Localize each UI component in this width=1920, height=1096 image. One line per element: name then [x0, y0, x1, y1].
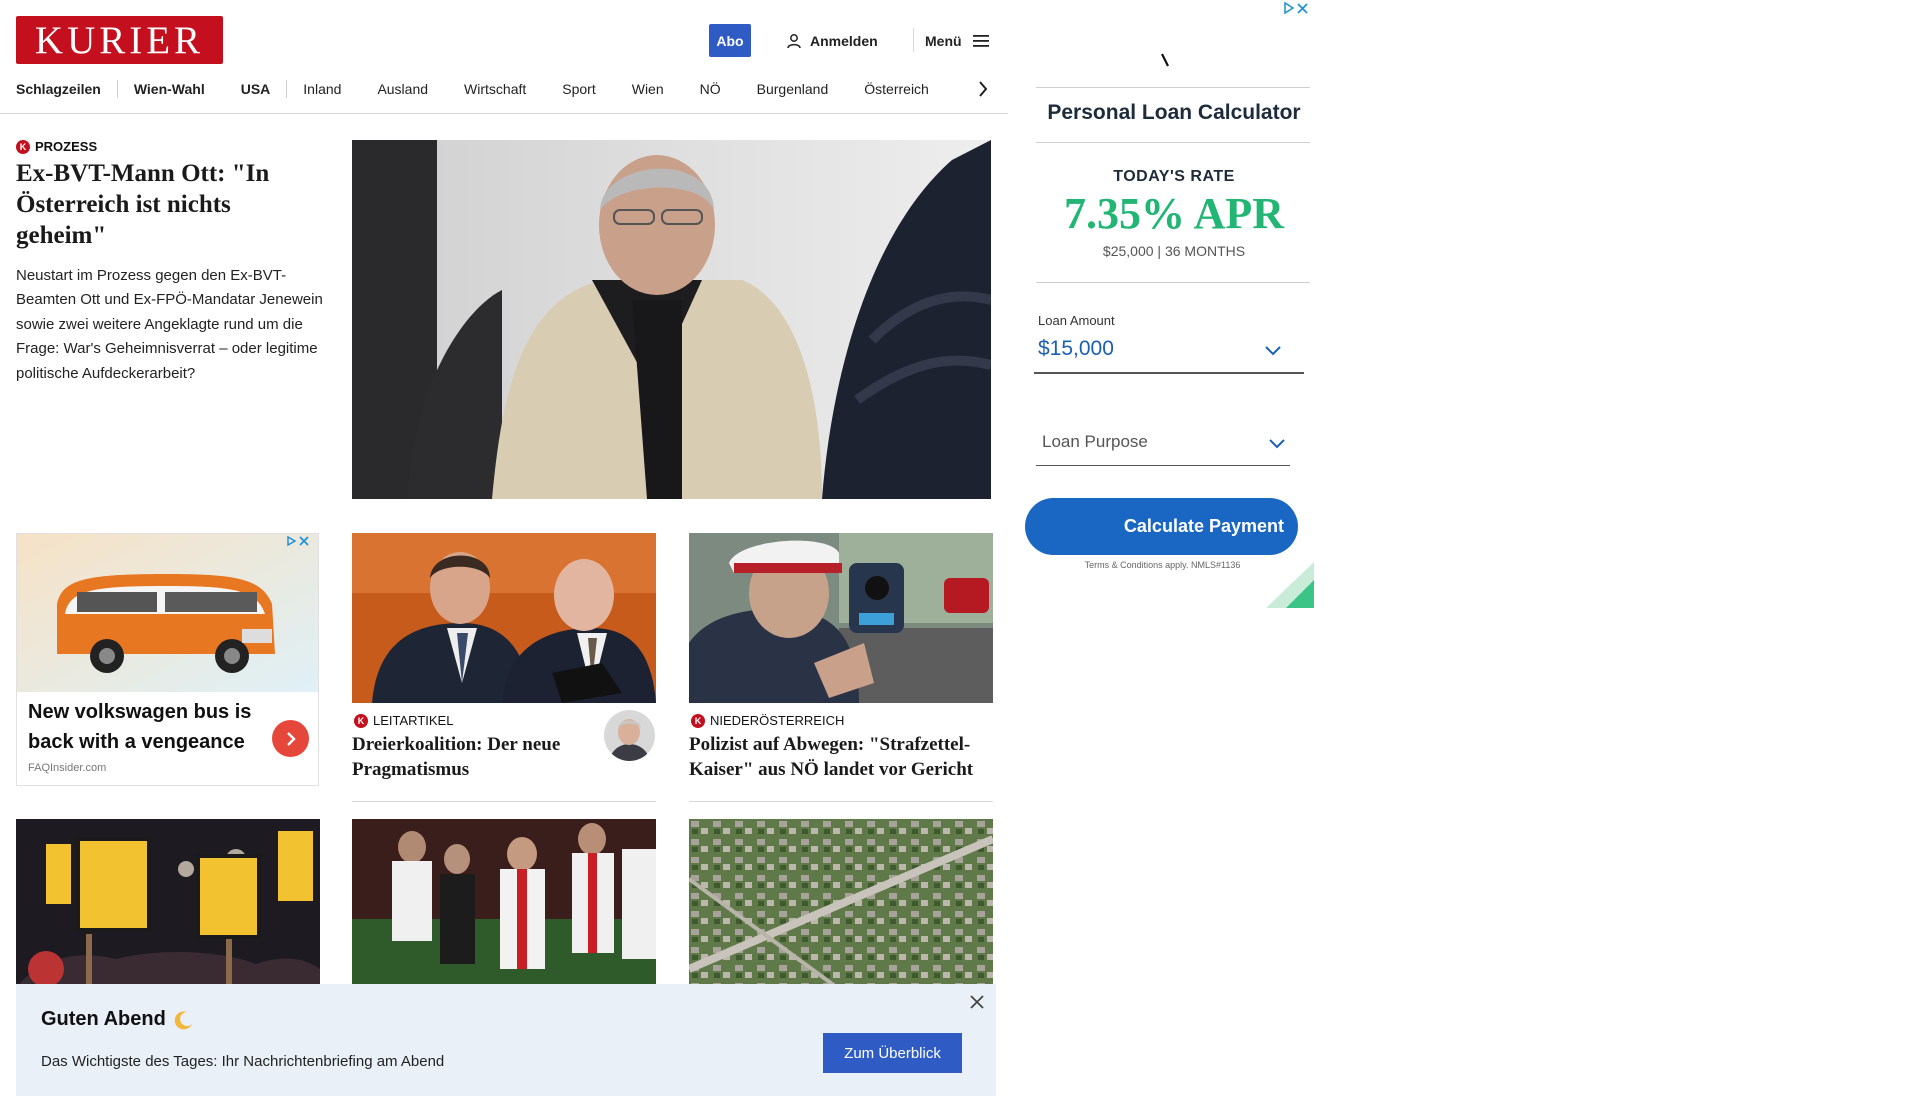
aerial-photo	[689, 819, 993, 989]
ad-image	[17, 534, 318, 692]
ad-divider	[1036, 282, 1310, 283]
card-divider	[689, 801, 993, 802]
nav-item-oesterreich[interactable]: Österreich	[864, 81, 929, 97]
chevron-down-icon	[1269, 439, 1285, 449]
author-photo	[604, 710, 655, 761]
kurier-logo[interactable]: KURIER	[16, 16, 223, 64]
police-photo	[689, 533, 993, 703]
lead-kicker: K PROZESS	[16, 139, 97, 154]
nav-item-burgenland[interactable]: Burgenland	[757, 81, 829, 97]
ad-open-button[interactable]	[272, 720, 309, 757]
nav-item-schlagzeilen[interactable]: Schlagzeilen	[16, 81, 101, 97]
banner-close-button[interactable]	[967, 992, 987, 1012]
ad-source: FAQInsider.com	[28, 762, 107, 774]
evening-briefing-banner: Guten Abend Das Wichtigste des Tages: Ih…	[16, 984, 996, 1096]
nav-divider	[286, 80, 288, 98]
nav-scroll-right-button[interactable]	[978, 78, 992, 100]
adchoices-badge[interactable]	[287, 536, 309, 546]
card-headline-niederoesterreich[interactable]: Polizist auf Abwegen: "Strafzettel-Kaise…	[689, 732, 993, 782]
loan-amount-underline	[1034, 372, 1304, 374]
adchoices-badge[interactable]	[1284, 2, 1308, 14]
loan-purpose-underline	[1036, 465, 1290, 466]
calculate-payment-button[interactable]: Calculate Payment	[1025, 498, 1298, 555]
nav-item-wien-wahl[interactable]: Wien-Wahl	[134, 81, 205, 97]
login-link[interactable]: Anmelden	[786, 30, 878, 52]
card-image-demo[interactable]	[16, 819, 320, 989]
lead-kicker-label: PROZESS	[35, 139, 98, 154]
card-kicker-leitartikel: K LEITARTIKEL	[354, 713, 453, 728]
ad-divider	[1036, 142, 1310, 143]
nav-item-wirtschaft[interactable]: Wirtschaft	[464, 81, 526, 97]
nav-item-wien[interactable]: Wien	[632, 81, 664, 97]
zum-ueberblick-button[interactable]: Zum Überblick	[823, 1033, 962, 1073]
chevron-right-icon	[286, 731, 296, 746]
lead-headline[interactable]: Ex-BVT-Mann Ott: "In Österreich ist nich…	[16, 158, 316, 251]
loan-amount-value: $15,000	[1038, 337, 1114, 360]
card-image-leitartikel[interactable]	[352, 533, 656, 703]
banner-title: Guten Abend	[41, 1008, 194, 1031]
politicians-photo	[352, 533, 656, 703]
nav-item-sport[interactable]: Sport	[562, 81, 595, 97]
nav-item-inland[interactable]: Inland	[303, 81, 341, 97]
ad-headline: New volkswagen bus is back with a vengea…	[28, 701, 252, 753]
football-photo	[352, 819, 656, 989]
card-divider	[352, 801, 656, 802]
author-avatar	[604, 710, 655, 761]
close-icon	[1297, 2, 1308, 14]
ad-corner-decoration	[1266, 562, 1314, 608]
close-icon	[970, 995, 984, 1009]
lead-photo	[352, 140, 991, 499]
loading-spinner-icon	[1161, 53, 1169, 67]
nav-item-usa[interactable]: USA	[241, 81, 271, 97]
card-kicker-niederoesterreich: K NIEDERÖSTERREICH	[691, 713, 844, 728]
card-kicker-label: NIEDERÖSTERREICH	[710, 713, 845, 728]
rate-terms: $25,000 | 36 MONTHS	[1102, 243, 1246, 259]
loan-fine-print: Terms & Conditions apply. NMLS#1136	[1084, 560, 1241, 570]
lead-teaser: Neustart im Prozess gegen den Ex-BVT-Bea…	[16, 267, 323, 382]
kurier-k-icon: K	[354, 713, 368, 728]
card-image-niederoesterreich[interactable]	[689, 533, 993, 703]
card-kicker-label: LEITARTIKEL	[373, 713, 454, 728]
adchoices-icon	[287, 536, 296, 546]
section-nav: Schlagzeilen Wien-Wahl USA Inland Auslan…	[16, 78, 1001, 100]
login-label: Anmelden	[810, 33, 878, 49]
nav-divider	[116, 80, 118, 98]
card-image-football[interactable]	[352, 819, 656, 989]
abo-button[interactable]: Abo	[709, 24, 751, 57]
nav-item-noe[interactable]: NÖ	[700, 81, 721, 97]
kurier-k-icon: K	[691, 713, 705, 728]
loan-title: Personal Loan Calculator	[1047, 101, 1301, 124]
loan-purpose-placeholder: Loan Purpose	[1042, 432, 1148, 451]
menu-label: Menü	[925, 33, 962, 49]
chevron-right-icon	[979, 81, 988, 97]
menu-button[interactable]: Menü	[925, 30, 990, 52]
adchoices-icon	[1284, 2, 1294, 14]
moon-icon	[174, 1010, 192, 1029]
kurier-k-icon: K	[16, 139, 30, 154]
user-icon	[787, 34, 801, 49]
logo-text: KURIER	[34, 18, 205, 62]
hamburger-icon	[972, 35, 989, 47]
nav-item-ausland[interactable]: Ausland	[377, 81, 428, 97]
banner-text: Das Wichtigste des Tages: Ihr Nachrichte…	[41, 1053, 445, 1070]
ad-divider	[1036, 87, 1310, 88]
card-headline-leitartikel[interactable]: Dreierkoalition: Der neue Pragmatismus	[352, 732, 592, 782]
banner-title-text: Guten Abend	[41, 1008, 166, 1030]
close-icon	[299, 536, 309, 546]
lead-image[interactable]	[352, 140, 991, 499]
loan-amount-label: Loan Amount	[1038, 313, 1115, 328]
protest-photo	[16, 819, 320, 989]
chevron-down-icon	[1265, 346, 1281, 356]
rate-label: TODAY'S RATE	[1113, 168, 1235, 185]
nav-divider-line	[0, 113, 1008, 114]
rate-value: 7.35% APR	[1064, 189, 1284, 238]
card-image-aerial[interactable]	[689, 819, 993, 989]
header-divider	[913, 28, 914, 52]
sponsored-card[interactable]: New volkswagen bus is back with a vengea…	[16, 533, 319, 786]
loan-calculator-ad: Personal Loan Calculator TODAY'S RATE 7.…	[1024, 0, 1314, 608]
